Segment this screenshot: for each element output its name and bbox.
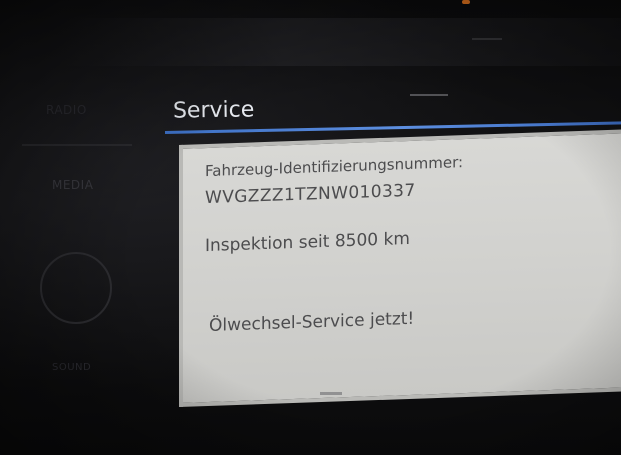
service-info-panel: Fahrzeug-Identifizierungsnummer: WVGZZZ1… xyxy=(179,128,621,408)
top-divider xyxy=(472,38,502,40)
inspection-status: Inspektion seit 8500 km xyxy=(205,228,410,257)
scroll-indicator xyxy=(320,392,342,395)
page-title: Service xyxy=(172,97,255,124)
side-menu-divider xyxy=(22,144,132,146)
side-menu-media[interactable]: MEDIA xyxy=(52,178,93,192)
vin-value: WVGZZZ1TZNW010337 xyxy=(205,180,416,209)
side-menu-radio[interactable]: RADIO xyxy=(46,103,87,117)
status-indicator xyxy=(462,0,470,4)
header-divider xyxy=(410,94,448,96)
rotary-knob-icon[interactable] xyxy=(40,252,112,324)
oil-service-status: Ölwechsel-Service jetzt! xyxy=(209,308,415,336)
side-menu-sound[interactable]: SOUND xyxy=(52,362,91,373)
top-status-bar xyxy=(60,18,621,66)
vin-label: Fahrzeug-Identifizierungsnummer: xyxy=(205,153,464,181)
